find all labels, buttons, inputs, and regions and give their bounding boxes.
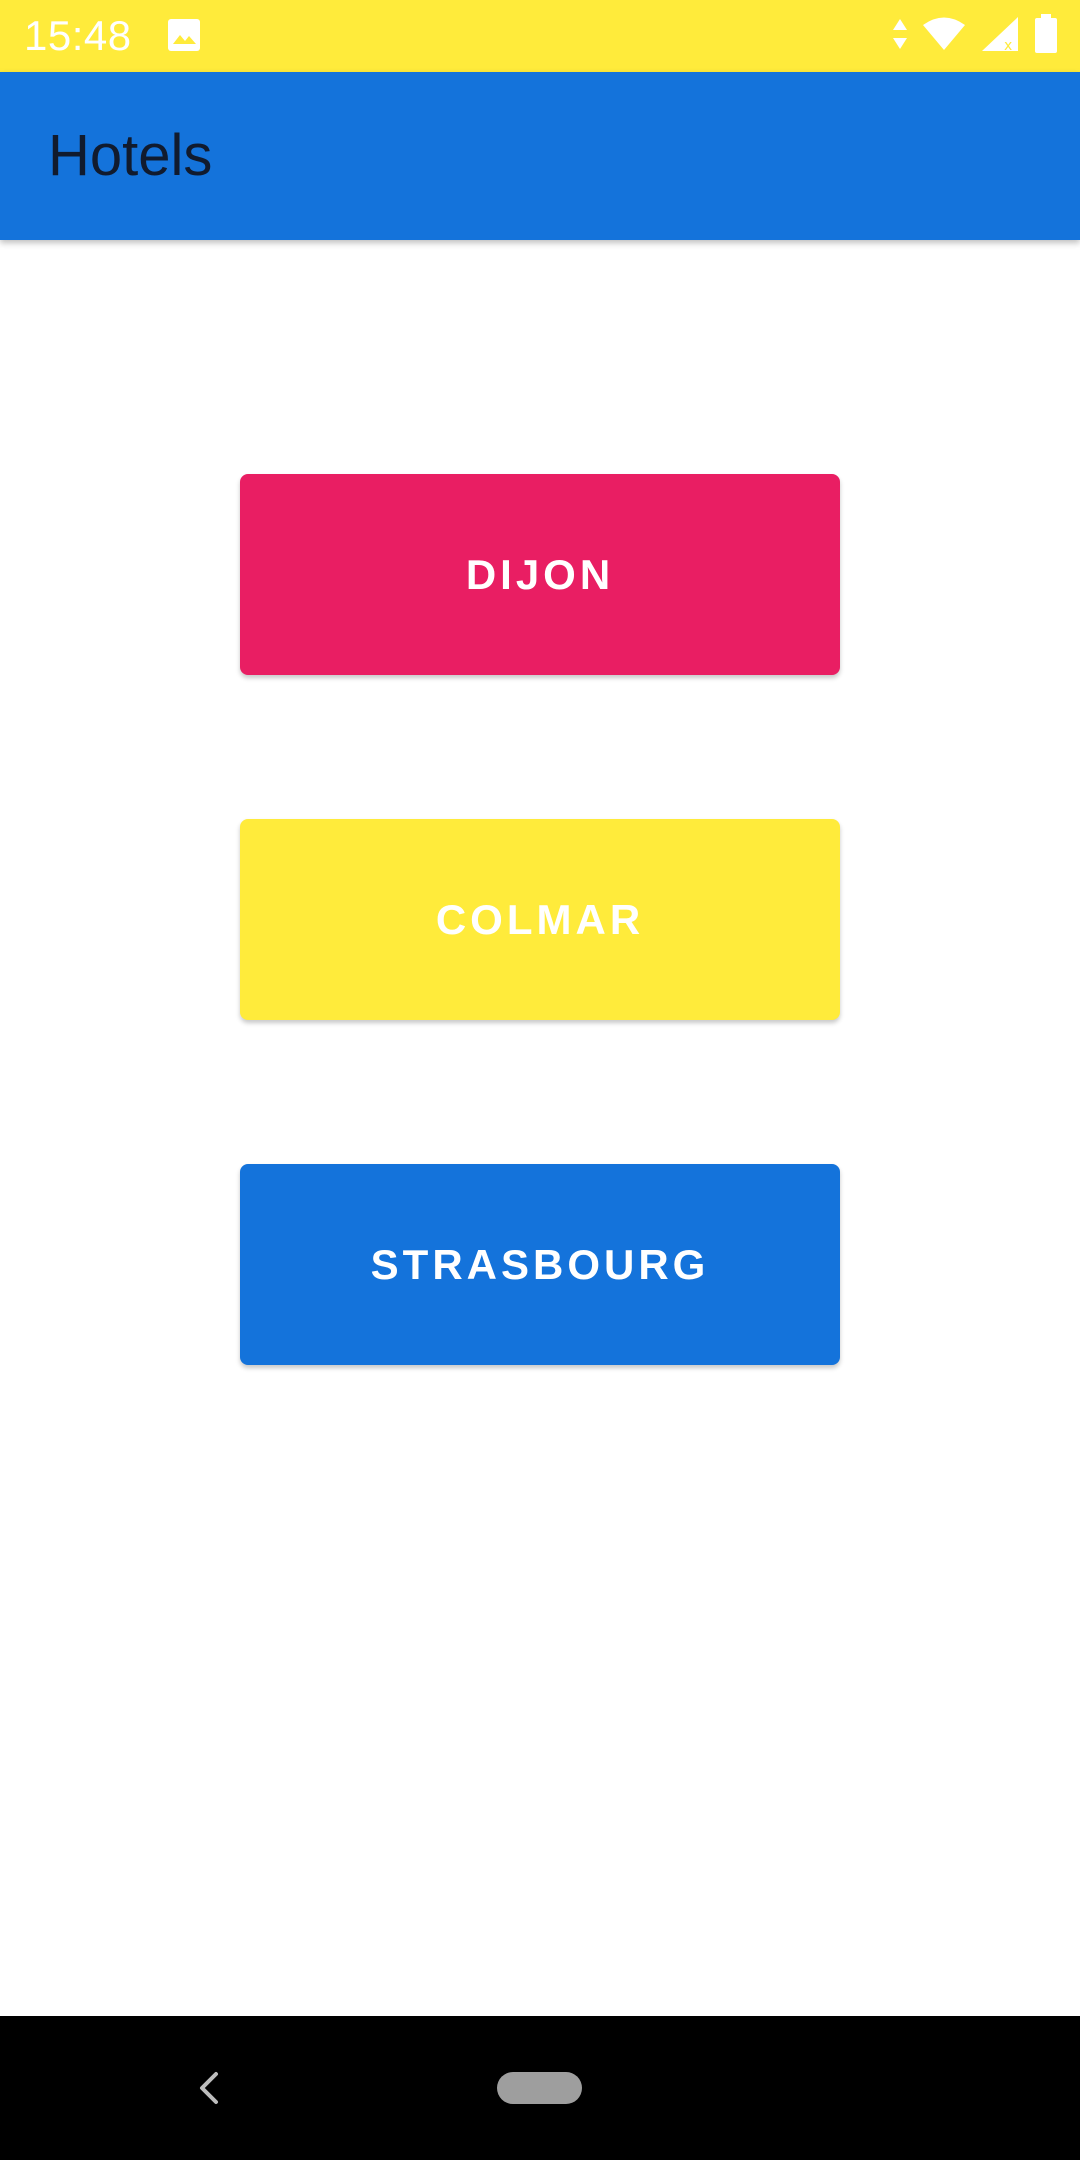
status-bar: 15:48 x (0, 0, 1080, 72)
data-arrows-icon (892, 17, 908, 56)
svg-text:x: x (1004, 38, 1012, 53)
battery-icon (1034, 13, 1058, 59)
strasbourg-button-label: STRASBOURG (370, 1240, 710, 1288)
strasbourg-button[interactable]: STRASBOURG (240, 1164, 840, 1365)
cell-signal-icon: x (980, 15, 1020, 58)
wifi-icon (922, 16, 966, 57)
status-icons: x (892, 13, 1058, 59)
screen: 15:48 x Hotels DIJON COLMAR STRASBOURG (0, 0, 1080, 2160)
back-icon[interactable] (190, 2068, 230, 2108)
navigation-bar (0, 2016, 1080, 2160)
dijon-button-label: DIJON (465, 550, 615, 598)
dijon-button[interactable]: DIJON (240, 474, 840, 675)
home-pill-icon[interactable] (497, 2072, 582, 2104)
colmar-button[interactable]: COLMAR (240, 819, 840, 1020)
colmar-button-label: COLMAR (435, 895, 645, 943)
status-time: 15:48 (24, 12, 132, 59)
page-title: Hotels (48, 123, 213, 188)
app-bar: Hotels (0, 72, 1080, 240)
image-icon (166, 17, 202, 53)
main-content: DIJON COLMAR STRASBOURG (0, 240, 1080, 2016)
